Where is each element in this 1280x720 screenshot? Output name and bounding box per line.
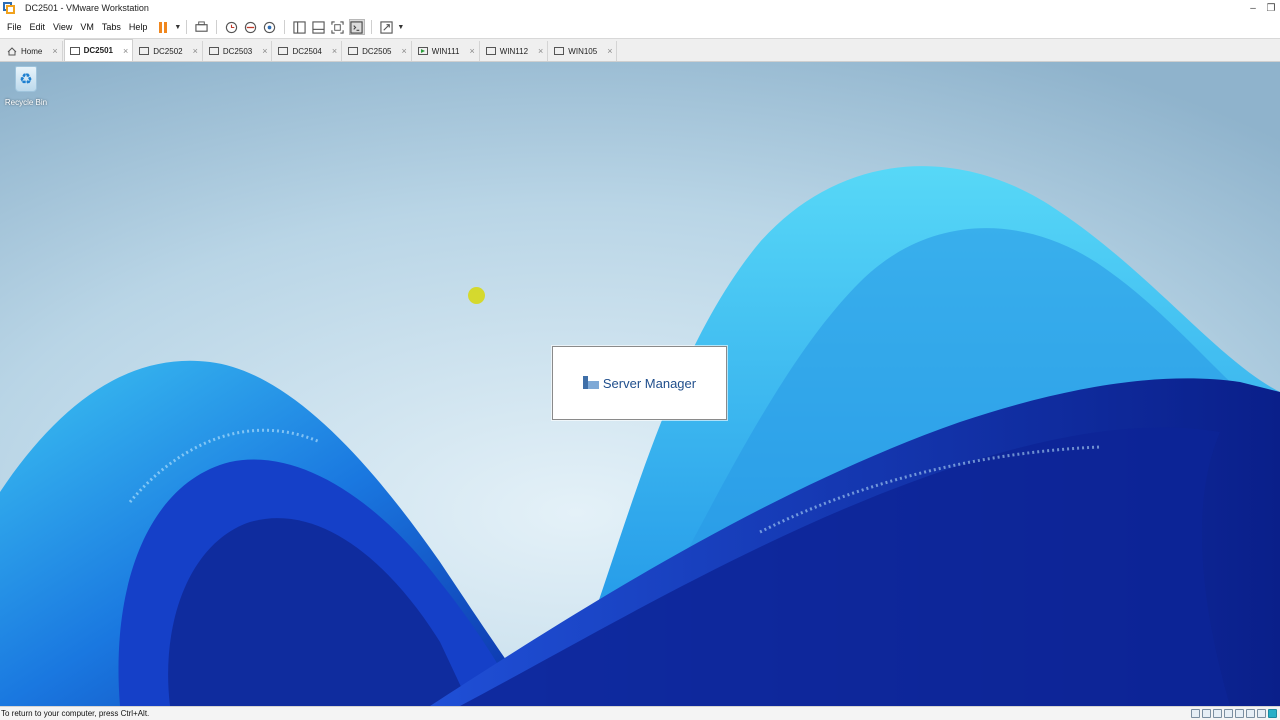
vm-icon <box>208 47 219 55</box>
tab-label: Home <box>21 46 43 56</box>
close-tab-icon[interactable]: × <box>332 46 337 56</box>
vm-tab-bar: Home × DC2501 × DC2502 × DC2503 × DC2504… <box>0 38 1280 62</box>
status-bar: To return to your computer, press Ctrl+A… <box>0 706 1280 720</box>
close-tab-icon[interactable]: × <box>538 46 543 56</box>
stretch-dropdown-icon[interactable]: ▼ <box>397 24 404 31</box>
close-tab-icon[interactable]: × <box>262 46 267 56</box>
tab-dc2501[interactable]: DC2501 × <box>63 39 134 61</box>
menu-tabs[interactable]: Tabs <box>99 22 124 32</box>
toolbar-separator <box>186 20 188 34</box>
hard-disk-icon[interactable] <box>1191 709 1200 718</box>
minimize-button[interactable]: – <box>1244 0 1262 16</box>
close-tab-icon[interactable]: × <box>607 46 612 56</box>
toolbar-separator <box>284 20 286 34</box>
menu-view[interactable]: View <box>50 22 75 32</box>
close-tab-icon[interactable]: × <box>401 46 406 56</box>
tab-label: DC2505 <box>362 46 392 56</box>
tab-win111[interactable]: WIN111 × <box>413 41 480 61</box>
cd-dvd-icon[interactable] <box>1202 709 1211 718</box>
menu-bar: File Edit View VM Tabs Help ▼ ▼ <box>0 16 1280 38</box>
library-layout-icon <box>293 20 306 34</box>
snapshot-manager-icon <box>264 21 276 33</box>
toolbar-separator <box>216 20 218 34</box>
tab-home[interactable]: Home × <box>2 41 63 61</box>
tab-dc2502[interactable]: DC2502 × <box>134 41 203 61</box>
usb-controller-icon[interactable] <box>1224 709 1233 718</box>
tab-dc2503[interactable]: DC2503 × <box>204 41 273 61</box>
toolbar-separator <box>371 20 373 34</box>
mouse-cursor-highlight <box>468 287 485 304</box>
suspend-pause-button[interactable] <box>154 19 172 35</box>
send-ctrl-alt-del-button[interactable] <box>194 19 210 35</box>
close-tab-icon[interactable]: × <box>52 46 57 56</box>
vm-icon <box>485 47 496 55</box>
tab-win112[interactable]: WIN112 × <box>481 41 549 61</box>
snapshot-manager-button[interactable] <box>262 19 278 35</box>
stretch-guest-button[interactable] <box>379 19 395 35</box>
tab-label: DC2502 <box>153 46 183 56</box>
keyboard-icon <box>195 20 208 32</box>
vm-icon <box>348 47 359 55</box>
tab-label: DC2501 <box>83 46 113 55</box>
server-manager-icon <box>582 376 599 390</box>
splash-title: Server Manager <box>602 375 697 391</box>
recycle-bin-icon: ♻ <box>15 66 37 92</box>
vm-icon <box>139 47 150 55</box>
recycle-bin-shortcut[interactable]: ♻ Recycle Bin <box>3 66 49 107</box>
device-status-icons <box>1191 709 1277 718</box>
tab-label: WIN112 <box>499 46 529 56</box>
title-bar: DC2501 - VMware Workstation – ❐ <box>0 0 1280 16</box>
vm-icon <box>554 47 565 55</box>
show-library-button[interactable] <box>292 19 308 35</box>
menu-edit[interactable]: Edit <box>27 22 49 32</box>
status-message: To return to your computer, press Ctrl+A… <box>1 709 150 718</box>
close-tab-icon[interactable]: × <box>123 46 128 56</box>
window-controls: – ❐ <box>1244 0 1280 16</box>
close-tab-icon[interactable]: × <box>193 46 198 56</box>
message-log-icon[interactable] <box>1268 709 1277 718</box>
menu-file[interactable]: File <box>4 22 25 32</box>
vm-icon <box>69 46 80 55</box>
snapshot-clock-icon <box>226 21 238 33</box>
tab-dc2504[interactable]: DC2504 × <box>273 41 343 61</box>
sound-card-icon[interactable] <box>1235 709 1244 718</box>
tab-win105[interactable]: WIN105 × <box>549 41 618 61</box>
recycle-bin-label: Recycle Bin <box>4 98 48 107</box>
tab-label: DC2504 <box>292 46 322 56</box>
display-icon[interactable] <box>1246 709 1255 718</box>
revert-snapshot-icon <box>245 21 257 33</box>
thumbnail-layout-icon <box>312 20 325 34</box>
menu-vm[interactable]: VM <box>77 22 97 32</box>
vm-running-icon <box>417 47 428 55</box>
pause-icon <box>158 21 167 33</box>
tab-label: DC2503 <box>222 46 253 56</box>
menu-help[interactable]: Help <box>126 22 151 32</box>
close-tab-icon[interactable]: × <box>469 46 474 56</box>
window-title: DC2501 - VMware Workstation <box>25 3 149 13</box>
server-manager-splash: Server Manager <box>552 346 727 420</box>
tab-dc2505[interactable]: DC2505 × <box>343 41 412 61</box>
console-icon <box>350 20 363 34</box>
revert-snapshot-button[interactable] <box>243 19 259 35</box>
vmware-logo-icon <box>3 2 15 14</box>
tab-label: WIN105 <box>568 46 598 56</box>
home-icon <box>7 46 17 55</box>
take-snapshot-button[interactable] <box>224 19 240 35</box>
stretch-icon <box>380 20 393 34</box>
console-view-button[interactable] <box>348 19 365 35</box>
vm-icon <box>278 47 289 55</box>
full-screen-button[interactable] <box>330 19 346 35</box>
restore-button[interactable]: ❐ <box>1262 0 1280 16</box>
guest-desktop[interactable]: ♻ Recycle Bin Server Manager <box>0 62 1280 706</box>
printer-icon[interactable] <box>1257 709 1266 718</box>
tab-label: WIN111 <box>431 46 460 56</box>
show-thumbnail-bar-button[interactable] <box>311 19 327 35</box>
fullscreen-icon <box>331 20 344 34</box>
power-dropdown-icon[interactable]: ▼ <box>174 24 181 31</box>
network-adapter-icon[interactable] <box>1213 709 1222 718</box>
